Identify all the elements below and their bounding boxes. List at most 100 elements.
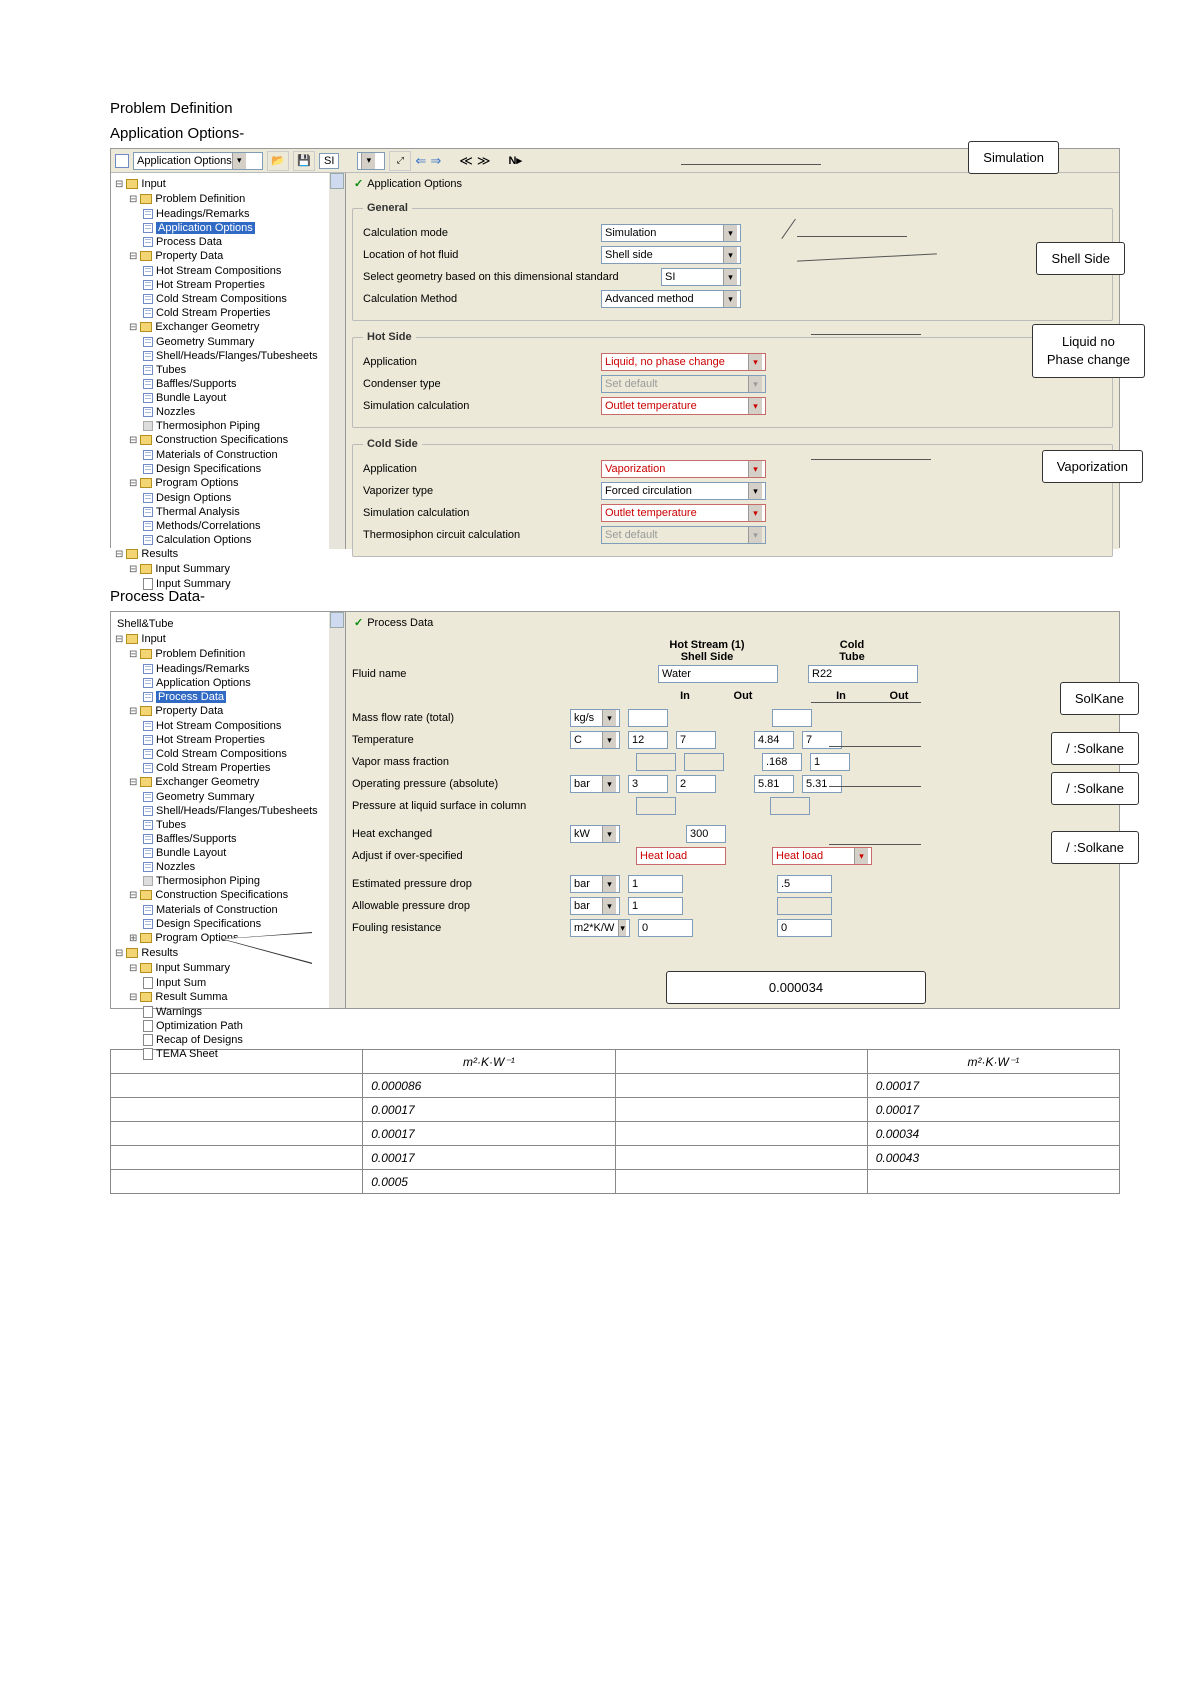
tree-nozzles[interactable]: Nozzles — [143, 405, 343, 419]
chevrons-right-icon[interactable]: ≫ — [477, 153, 491, 169]
tree-design-options[interactable]: Design Options — [143, 491, 343, 505]
chevron-down-icon[interactable]: ▾ — [748, 354, 762, 370]
tree-shell-heads[interactable]: Shell/Heads/Flanges/Tubesheets — [143, 349, 343, 363]
tree2-geom-summary[interactable]: Geometry Summary — [143, 790, 343, 804]
mass-cold[interactable] — [772, 709, 812, 727]
press-hot-in[interactable]: 3 — [628, 775, 668, 793]
chevron-down-icon[interactable]: ▾ — [602, 826, 616, 842]
fouling-hot[interactable]: 0 — [638, 919, 693, 937]
heat-value[interactable]: 300 — [686, 825, 726, 843]
press-cold-in[interactable]: 5.81 — [754, 775, 794, 793]
chevron-down-icon[interactable]: ▾ — [602, 898, 616, 914]
tree-materials[interactable]: Materials of Construction — [143, 448, 343, 462]
tree-scrollbar[interactable] — [329, 173, 345, 549]
tree2-warnings[interactable]: Warnings — [143, 1005, 343, 1019]
temp-cold-in[interactable]: 4.84 — [754, 731, 794, 749]
mass-hot[interactable] — [628, 709, 668, 727]
select-cs-sim[interactable]: Outlet temperature▾ — [601, 504, 766, 522]
tree-construction-spec[interactable]: Construction Specifications Materials of… — [129, 433, 343, 476]
tree2-scrollbar[interactable] — [329, 612, 345, 1008]
chevrons-left-icon[interactable]: ≪ — [459, 153, 473, 169]
tree-calc-options[interactable]: Calculation Options — [143, 533, 343, 547]
tree-thermo-piping[interactable]: Thermosiphon Piping — [143, 419, 343, 433]
unit-heat[interactable]: kW▾ — [570, 825, 620, 843]
tree2-cold-comp[interactable]: Cold Stream Compositions — [143, 747, 343, 761]
units-si[interactable]: SI — [319, 153, 339, 169]
tree-input-summary[interactable]: Input Summary — [143, 577, 343, 591]
temp-hot-in[interactable]: 12 — [628, 731, 668, 749]
input-fluid-hot[interactable]: Water — [658, 665, 778, 683]
tree2-construction-spec[interactable]: Construction Specifications Materials of… — [129, 888, 343, 931]
select-hot-fluid-loc[interactable]: Shell side▾ — [601, 246, 741, 264]
tree-headings-remarks[interactable]: Headings/Remarks — [143, 207, 343, 221]
tree2-input-summary-folder[interactable]: Input Summary Input Sum — [129, 961, 343, 990]
chevron-down-icon[interactable]: ▾ — [748, 505, 762, 521]
tree2-input-sum[interactable]: Input Sum — [143, 976, 343, 990]
toolbar-btn-save[interactable]: 💾 — [293, 151, 315, 171]
tree-baffles[interactable]: Baffles/Supports — [143, 377, 343, 391]
tree2-thermo-piping[interactable]: Thermosiphon Piping — [143, 874, 343, 888]
tree-property-data[interactable]: Property Data Hot Stream Compositions Ho… — [129, 249, 343, 320]
chevron-down-icon[interactable]: ▾ — [723, 269, 737, 285]
chevron-down-icon[interactable]: ▾ — [618, 920, 626, 936]
tree-bundle-layout[interactable]: Bundle Layout — [143, 391, 343, 405]
fouling-cold[interactable]: 0 — [777, 919, 832, 937]
unit-temp[interactable]: C▾ — [570, 731, 620, 749]
nav-tree-2[interactable]: Input Problem Definition Headings/Remark… — [113, 632, 343, 1061]
tree2-baffles[interactable]: Baffles/Supports — [143, 832, 343, 846]
chevron-down-icon[interactable]: ▾ — [854, 848, 868, 864]
toolbar-np[interactable]: N▸ — [508, 154, 521, 167]
chevron-down-icon[interactable]: ▾ — [361, 153, 375, 169]
tree-input-summary-folder[interactable]: Input Summary Input Summary — [129, 562, 343, 591]
chevron-down-icon[interactable]: ▾ — [232, 153, 246, 169]
nav-tree-1[interactable]: Input Problem Definition Headings/Remark… — [113, 177, 343, 591]
arrow-right-icon[interactable]: ⇒ — [430, 153, 441, 169]
chevron-down-icon[interactable]: ▾ — [723, 225, 737, 241]
select-cs-vap[interactable]: Forced circulation▾ — [601, 482, 766, 500]
tree-cold-stream-comp[interactable]: Cold Stream Compositions — [143, 292, 343, 306]
estpd-hot[interactable]: 1 — [628, 875, 683, 893]
temp-hot-out[interactable]: 7 — [676, 731, 716, 749]
tree-program-options[interactable]: Program Options Design Options Thermal A… — [129, 476, 343, 547]
tree-input[interactable]: Input Problem Definition Headings/Remark… — [115, 177, 343, 547]
tree-geom-summary[interactable]: Geometry Summary — [143, 335, 343, 349]
tree2-materials[interactable]: Materials of Construction — [143, 903, 343, 917]
tree2-recap[interactable]: Recap of Designs — [143, 1033, 343, 1047]
toolbar-btn-fit[interactable]: ⤢ — [389, 151, 411, 171]
toolbar-combo[interactable]: Application Options ▾ — [133, 152, 263, 170]
tree2-property-data[interactable]: Property Data Hot Stream Compositions Ho… — [129, 704, 343, 775]
tree-exchanger-geometry[interactable]: Exchanger Geometry Geometry Summary Shel… — [129, 320, 343, 433]
vap-cold-in[interactable]: .168 — [762, 753, 802, 771]
tree2-nozzles[interactable]: Nozzles — [143, 860, 343, 874]
tree-results[interactable]: Results Input Summary Input Summary — [115, 547, 343, 591]
unit-mass[interactable]: kg/s▾ — [570, 709, 620, 727]
vap-cold-out[interactable]: 1 — [810, 753, 850, 771]
select-geom-std[interactable]: SI▾ — [661, 268, 741, 286]
tree2-tema[interactable]: TEMA Sheet — [143, 1047, 343, 1061]
chevron-down-icon[interactable]: ▾ — [602, 710, 616, 726]
unit-press[interactable]: bar▾ — [570, 775, 620, 793]
chevron-down-icon[interactable]: ▾ — [602, 776, 616, 792]
tree2-cold-prop[interactable]: Cold Stream Properties — [143, 761, 343, 775]
tree2-tubes[interactable]: Tubes — [143, 818, 343, 832]
tree-hot-stream-prop[interactable]: Hot Stream Properties — [143, 278, 343, 292]
tree2-application-options[interactable]: Application Options — [143, 676, 343, 690]
press-hot-out[interactable]: 2 — [676, 775, 716, 793]
tree2-probdef[interactable]: Problem Definition Headings/Remarks Appl… — [129, 647, 343, 704]
toolbar-btn-open[interactable]: 📂 — [267, 151, 289, 171]
tree-process-data[interactable]: Process Data — [143, 235, 343, 249]
chevron-down-icon[interactable]: ▾ — [723, 247, 737, 263]
chevron-down-icon[interactable]: ▾ — [602, 876, 616, 892]
tree-problem-definition[interactable]: Problem Definition Headings/Remarks Appl… — [129, 192, 343, 249]
select-hs-sim[interactable]: Outlet temperature▾ — [601, 397, 766, 415]
press-cold-out[interactable]: 5.31 — [802, 775, 842, 793]
tree-application-options[interactable]: Application Options — [143, 221, 343, 235]
tree2-headings-remarks[interactable]: Headings/Remarks — [143, 662, 343, 676]
tree-thermal-analysis[interactable]: Thermal Analysis — [143, 505, 343, 519]
allpd-hot[interactable]: 1 — [628, 897, 683, 915]
chevron-down-icon[interactable]: ▾ — [748, 398, 762, 414]
toolbar-zoom[interactable]: ▾ — [357, 152, 385, 170]
tree2-hot-comp[interactable]: Hot Stream Compositions — [143, 719, 343, 733]
chevron-down-icon[interactable]: ▾ — [602, 732, 616, 748]
tree2-process-data[interactable]: Process Data — [143, 690, 343, 704]
